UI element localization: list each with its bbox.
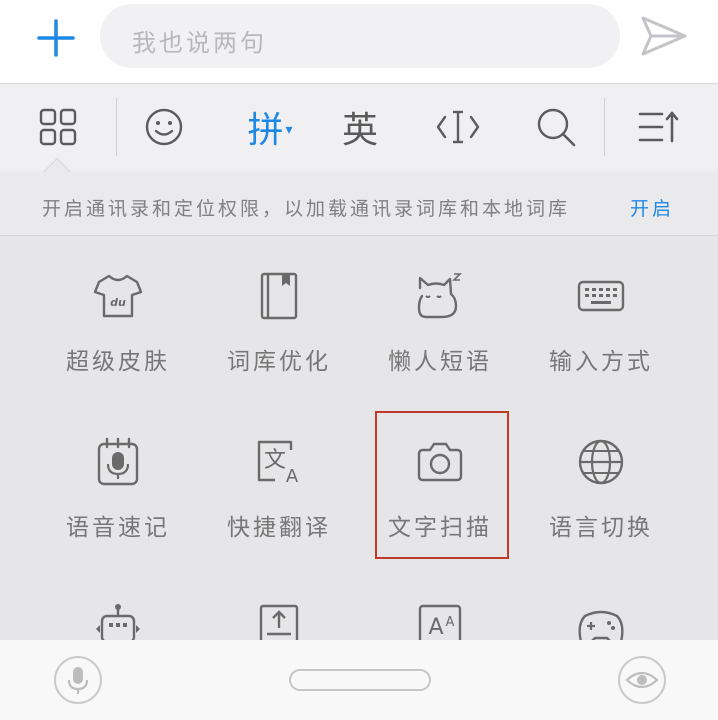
feature-game-keyboard[interactable] xyxy=(521,568,681,640)
voice-notepad-icon xyxy=(97,437,139,486)
toolbar-divider xyxy=(604,98,605,156)
english-label: 英 xyxy=(341,110,378,151)
voice-input-button[interactable] xyxy=(54,656,102,704)
feature-label: 懒人短语 xyxy=(388,349,492,375)
keyboard-icon xyxy=(577,280,625,312)
pinyin-mode-button[interactable]: 拼 ▾ xyxy=(228,84,312,170)
feature-label: 语音速记 xyxy=(66,515,170,541)
send-icon[interactable] xyxy=(638,12,690,60)
svg-text:A: A xyxy=(428,615,443,640)
collapse-keyboard-button[interactable] xyxy=(622,84,698,170)
grid-icon xyxy=(39,108,77,146)
permission-notice-text: 开启通讯录和定位权限，以加载通讯录词库和本地词库 xyxy=(42,198,571,220)
search-icon xyxy=(537,108,576,147)
menu-grid-button[interactable] xyxy=(20,84,96,170)
cursor-move-button[interactable] xyxy=(420,84,496,170)
feature-label: 词库优化 xyxy=(227,349,331,375)
cursor-move-icon xyxy=(436,110,480,144)
book-icon xyxy=(260,272,298,320)
keyboard-toolbar: 拼 ▾ 英 xyxy=(0,84,718,170)
eye-icon xyxy=(625,671,659,689)
translate-icon: 文 A xyxy=(257,440,299,487)
sleeping-cat-icon xyxy=(417,273,462,319)
feature-lazy-phrases[interactable]: 懒人短语 xyxy=(360,236,520,396)
text-scan-highlight xyxy=(375,411,509,559)
pinyin-label: 拼 xyxy=(247,110,284,151)
permission-notice: 开启通讯录和定位权限，以加载通讯录词库和本地词库 开启 xyxy=(0,172,718,236)
emoji-button[interactable] xyxy=(126,84,202,170)
feature-label: 快捷翻译 xyxy=(227,515,331,541)
svg-text:文: 文 xyxy=(264,448,286,473)
feature-quick-translate[interactable]: 文 A 快捷翻译 xyxy=(199,402,359,562)
english-mode-button[interactable]: 英 xyxy=(322,84,398,170)
enable-permission-link[interactable]: 开启 xyxy=(630,194,674,221)
feature-robot[interactable] xyxy=(38,568,198,640)
keyboard-drag-handle[interactable] xyxy=(289,669,431,691)
search-button[interactable] xyxy=(518,84,594,170)
feature-grid: du 超级皮肤 词库优化 懒人短语 输入方式 语音速记 文 A 快捷翻译 文字扫… xyxy=(0,236,718,640)
feature-language-switch[interactable]: 语言切换 xyxy=(521,402,681,562)
comment-input-placeholder: 我也说两句 xyxy=(132,29,267,57)
robot-icon xyxy=(96,604,140,640)
svg-text:A: A xyxy=(446,615,455,630)
feature-label: 超级皮肤 xyxy=(66,349,170,375)
font-size-icon: A A xyxy=(418,604,462,640)
feature-super-skin[interactable]: du 超级皮肤 xyxy=(38,236,198,396)
input-bar: 我也说两句 xyxy=(0,0,718,84)
toolbar-divider xyxy=(116,98,117,156)
microphone-icon xyxy=(67,667,89,694)
eye-protection-button[interactable] xyxy=(618,656,666,704)
plus-icon[interactable] xyxy=(34,16,78,60)
feature-label: 输入方式 xyxy=(549,349,653,375)
smiley-icon xyxy=(145,108,183,146)
feature-dictionary-optimize[interactable]: 词库优化 xyxy=(199,236,359,396)
feature-input-method[interactable]: 输入方式 xyxy=(521,236,681,396)
comment-input[interactable]: 我也说两句 xyxy=(100,4,620,68)
feature-font-size[interactable]: A A xyxy=(360,568,520,640)
svg-text:A: A xyxy=(286,466,299,487)
bottom-bar xyxy=(0,640,718,720)
feature-voice-notes[interactable]: 语音速记 xyxy=(38,402,198,562)
gamepad-icon xyxy=(578,610,624,640)
upload-keyboard-icon xyxy=(259,604,299,640)
svg-text:du: du xyxy=(110,296,126,309)
feature-keyboard-height[interactable] xyxy=(199,568,359,640)
chevron-down-icon: ▾ xyxy=(285,122,293,138)
feature-label: 语言切换 xyxy=(549,515,653,541)
collapse-list-icon xyxy=(638,111,679,143)
tshirt-icon: du xyxy=(93,274,143,318)
globe-icon xyxy=(578,439,624,485)
